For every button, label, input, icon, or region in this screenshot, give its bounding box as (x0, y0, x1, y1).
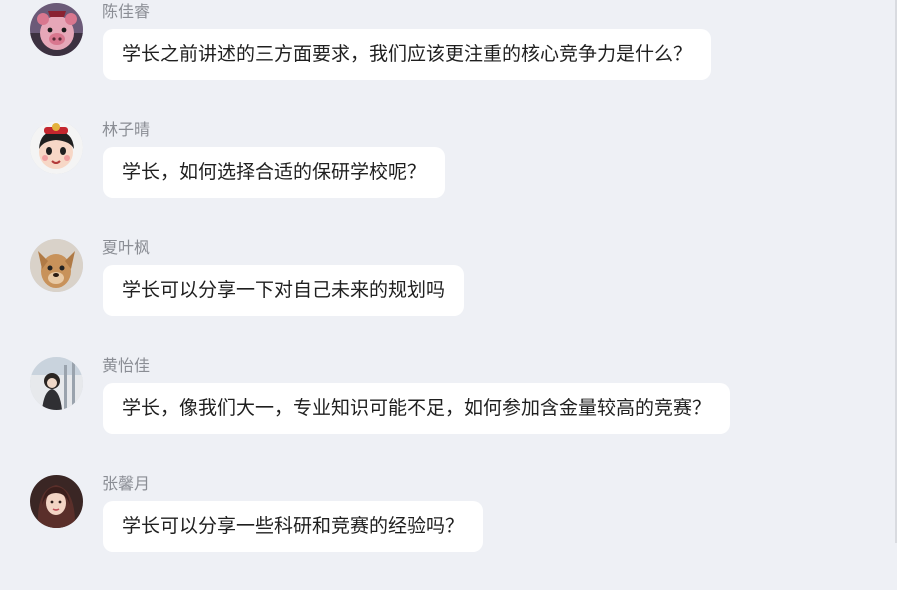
portrait-avatar-icon[interactable] (30, 475, 83, 528)
sender-name: 黄怡佳 (102, 356, 151, 375)
chat-message: 林子晴 学长，如何选择合适的保研学校呢？ (0, 118, 897, 236)
cartoon-pig-avatar-icon[interactable] (30, 3, 83, 56)
message-bubble[interactable]: 学长之前讲述的三方面要求，我们应该更注重的核心竞争力是什么？ (103, 29, 712, 80)
chat-message: 黄怡佳 学长，像我们大一，专业知识可能不足，如何参加含金量较高的竞赛？ (0, 354, 897, 472)
cartoon-girl-avatar-icon[interactable] (30, 121, 83, 174)
chat-message: 陈佳睿 学长之前讲述的三方面要求，我们应该更注重的核心竞争力是什么？ (0, 0, 897, 118)
chat-message: 张馨月 学长可以分享一些科研和竞赛的经验吗？ (0, 472, 897, 590)
photo-avatar-icon[interactable] (30, 357, 83, 410)
message-bubble[interactable]: 学长，像我们大一，专业知识可能不足，如何参加含金量较高的竞赛？ (103, 383, 731, 434)
sender-name: 夏叶枫 (102, 238, 151, 257)
dog-avatar-icon[interactable] (30, 239, 83, 292)
chat-message: 夏叶枫 学长可以分享一下对自己未来的规划吗 (0, 236, 897, 354)
sender-name: 林子晴 (102, 120, 151, 139)
message-bubble[interactable]: 学长可以分享一下对自己未来的规划吗 (103, 265, 465, 316)
message-bubble[interactable]: 学长可以分享一些科研和竞赛的经验吗？ (103, 501, 484, 552)
sender-name: 张馨月 (102, 474, 151, 493)
sender-name: 陈佳睿 (102, 2, 151, 21)
message-bubble[interactable]: 学长，如何选择合适的保研学校呢？ (103, 147, 446, 198)
